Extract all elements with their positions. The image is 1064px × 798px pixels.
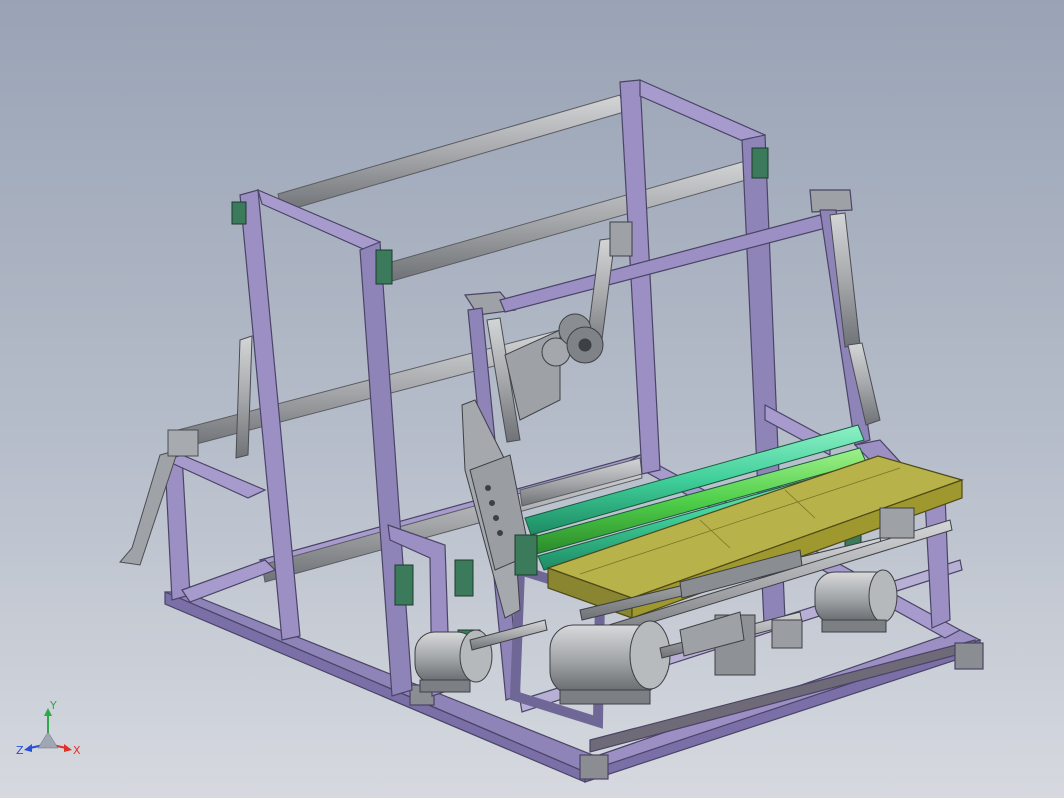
x-axis-label: X [73,744,81,757]
graphics-viewport[interactable]: Y X Z [0,0,1064,798]
sprocket-assembly [504,313,604,421]
z-axis-label: Z [16,744,24,757]
z-axis-arrow-icon [24,744,32,752]
machine-assembly-model[interactable] [0,0,1064,798]
coordinate-triad-icon: Y X Z [16,700,81,757]
y-axis-label: Y [49,700,57,712]
triad-origin-icon [37,731,59,749]
x-axis-arrow-icon [64,744,72,752]
